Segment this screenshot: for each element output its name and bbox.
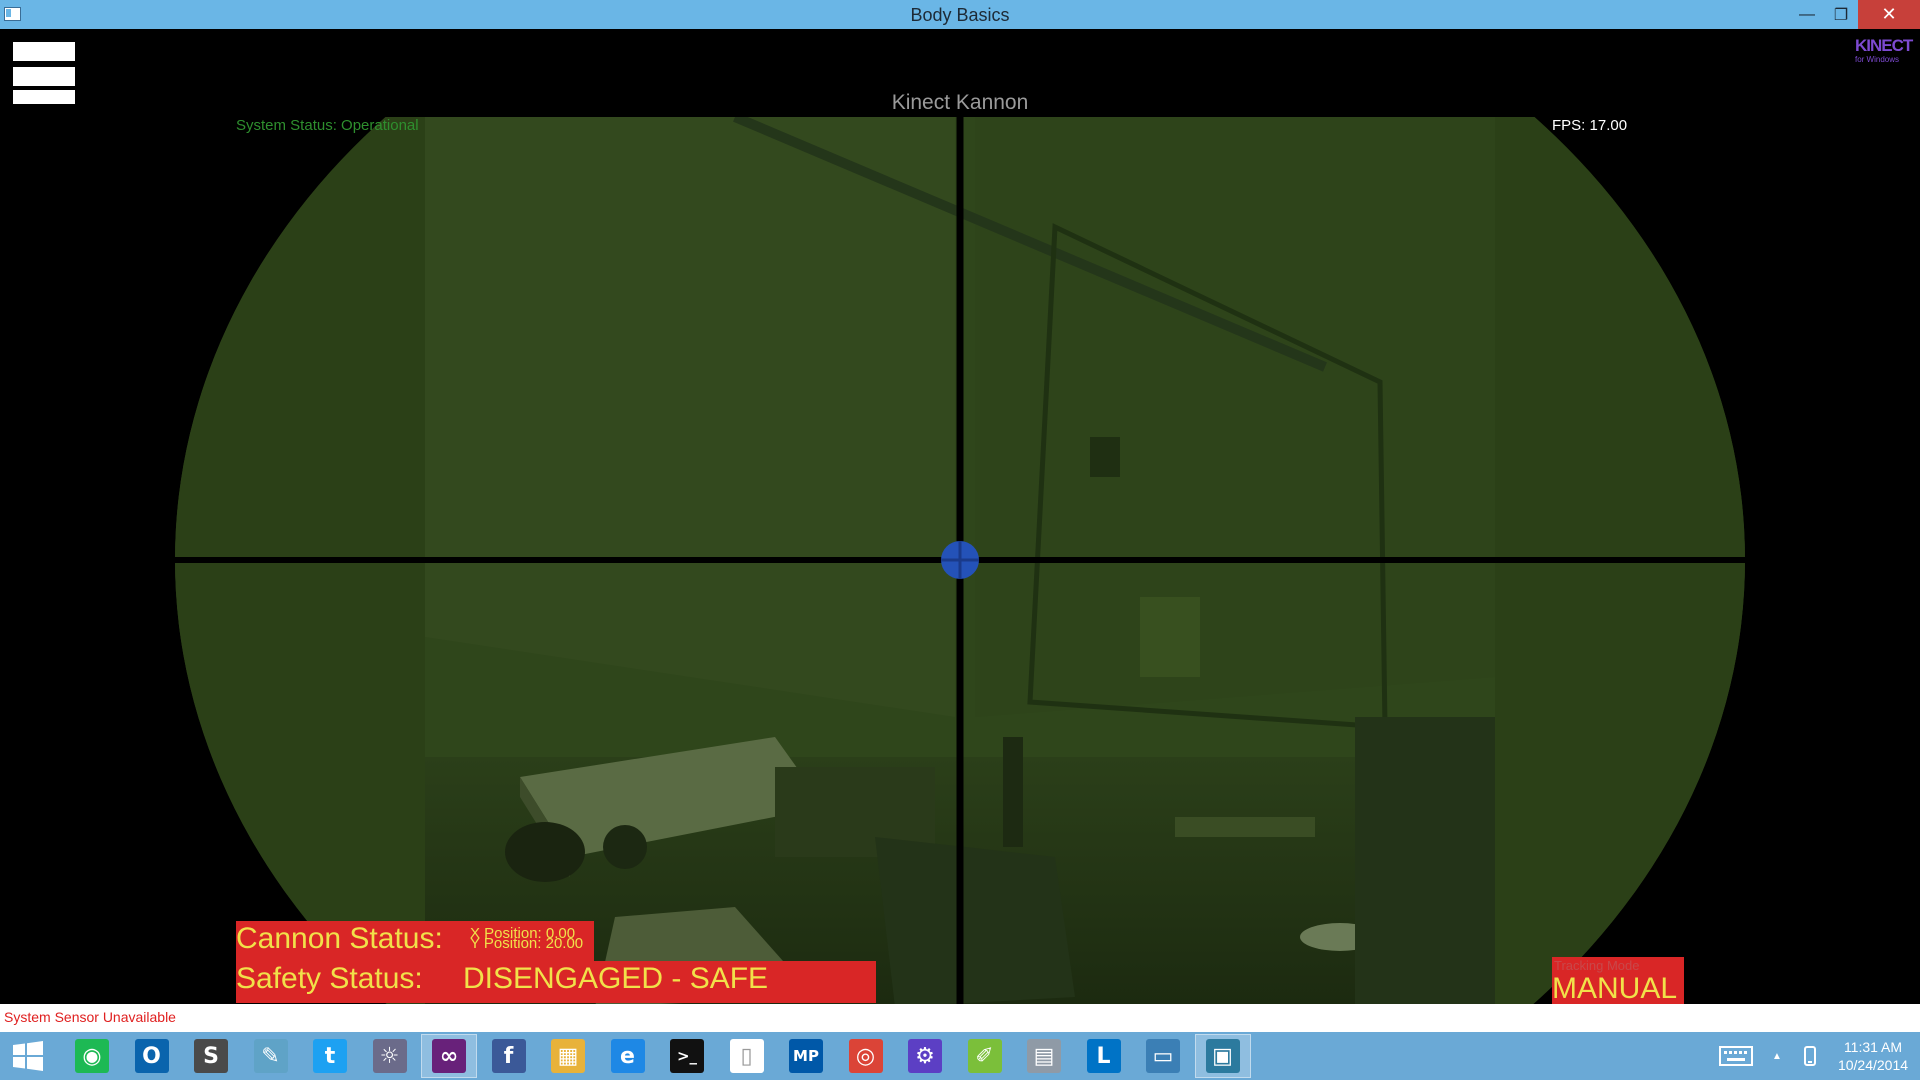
mouse-tool-icon: ☼ xyxy=(372,1039,407,1073)
taskbar-app-button[interactable]: ⚙ xyxy=(897,1034,953,1078)
taskbar-app-button[interactable]: O xyxy=(124,1034,180,1078)
mp-icon: MP xyxy=(789,1039,823,1073)
sublime-text-icon: S xyxy=(194,1039,228,1073)
start-button[interactable] xyxy=(0,1034,56,1078)
taskbar-app-button[interactable]: ▭ xyxy=(1135,1034,1191,1078)
visual-studio-icon: ∞ xyxy=(432,1039,466,1073)
spotify-icon: ◉ xyxy=(75,1039,109,1073)
taskbar-app-button[interactable]: ✎ xyxy=(243,1034,299,1078)
keyboard-icon[interactable] xyxy=(1716,1032,1756,1080)
window-title: Body Basics xyxy=(910,5,1010,25)
twitter-icon: t xyxy=(313,1039,347,1073)
internet-explorer-icon: e xyxy=(610,1039,645,1073)
kinect-logo-text: KINECT xyxy=(1855,36,1913,55)
taskbar-app-button[interactable]: t xyxy=(302,1034,358,1078)
y-position-readout: Y Position: 20.00 xyxy=(470,935,584,952)
camera-feed[interactable] xyxy=(175,117,1745,1004)
blank-document-icon: ▯ xyxy=(729,1039,764,1073)
fps-readout: FPS: 17.00 xyxy=(1552,117,1628,134)
clock-date: 10/24/2014 xyxy=(1837,1057,1909,1073)
close-button[interactable]: ✕ xyxy=(1858,0,1920,29)
kinect-logo: KINECT for Windows xyxy=(1855,37,1917,71)
taskbar-app-button[interactable]: MP xyxy=(778,1034,834,1078)
title-bar: Body Basics — ❐ ✕ xyxy=(0,0,1920,29)
tracking-mode-value[interactable]: MANUAL xyxy=(1552,972,1677,1004)
calculator-icon: ▤ xyxy=(1027,1039,1061,1073)
facebook-icon: f xyxy=(491,1039,526,1073)
app-main-area: KINECT for Windows Kinect Kannon System … xyxy=(0,29,1920,1004)
device-icon[interactable] xyxy=(1798,1032,1822,1080)
minimize-button[interactable]: — xyxy=(1790,0,1824,29)
cannon-status-label: Cannon Status: xyxy=(236,922,443,955)
taskbar-app-button[interactable]: f xyxy=(481,1034,537,1078)
scope-view xyxy=(175,117,1745,1004)
taskbar-app-button[interactable]: ☼ xyxy=(362,1034,418,1078)
clock-time: 11:31 AM xyxy=(1843,1039,1903,1055)
file-explorer-icon: ▦ xyxy=(551,1039,585,1073)
taskbar-app-button[interactable]: ▦ xyxy=(540,1034,596,1078)
safety-status-value: DISENGAGED - SAFE xyxy=(463,962,769,995)
maximize-button[interactable]: ❐ xyxy=(1824,0,1858,29)
status-bar-text: System Sensor Unavailable xyxy=(4,1009,176,1025)
tracking-mode-label: Tracking Mode xyxy=(1554,958,1640,973)
taskbar-app-button[interactable]: e xyxy=(600,1034,656,1078)
taskbar-app-button[interactable]: ✐ xyxy=(957,1034,1013,1078)
taskbar-app-button[interactable]: ◎ xyxy=(838,1034,894,1078)
tray-chevron-icon[interactable]: ▲ xyxy=(1766,1032,1788,1080)
taskbar-app-button[interactable]: ▤ xyxy=(1016,1034,1072,1078)
taskbar-app-button[interactable]: S xyxy=(183,1034,239,1078)
outlook-icon: O xyxy=(134,1039,169,1073)
taskbar-app-button[interactable]: ∞ xyxy=(421,1034,477,1078)
lync-icon: L xyxy=(1086,1039,1121,1073)
command-prompt-icon: >_ xyxy=(670,1039,704,1073)
safety-status-label: Safety Status: xyxy=(236,962,423,995)
chrome-icon: ◎ xyxy=(848,1039,883,1073)
taskbar-app-button[interactable]: ▣ xyxy=(1194,1034,1251,1078)
notes-app-icon: ✐ xyxy=(967,1039,1002,1073)
kinect-app-icon: ▣ xyxy=(1205,1039,1240,1073)
taskbar-app-button[interactable]: L xyxy=(1076,1034,1132,1078)
taskbar-clock[interactable]: 11:31 AM 10/24/2014 xyxy=(1828,1038,1918,1074)
photos-icon: ▭ xyxy=(1146,1039,1180,1073)
settings-icon: ⚙ xyxy=(908,1039,942,1073)
camera-title: Kinect Kannon xyxy=(891,91,1029,114)
taskbar-app-button[interactable]: ▯ xyxy=(719,1034,775,1078)
taskbar-app-button[interactable]: >_ xyxy=(659,1034,715,1078)
status-bar: System Sensor Unavailable xyxy=(0,1004,1920,1032)
windows-start-icon xyxy=(13,1041,43,1071)
system-status: System Status: Operational xyxy=(236,117,419,134)
notepad-icon: ✎ xyxy=(253,1039,288,1073)
kinect-logo-subtext: for Windows xyxy=(1855,55,1900,64)
taskbar-app-button[interactable]: ◉ xyxy=(64,1034,120,1078)
taskbar: ◉ O S ✎ t ☼ ∞ f ▦ e >_ ▯ MP ◎ ⚙ ✐ ▤ L ▭ ▣ ▲ 11:31 AM 10/24/… xyxy=(0,1032,1920,1080)
